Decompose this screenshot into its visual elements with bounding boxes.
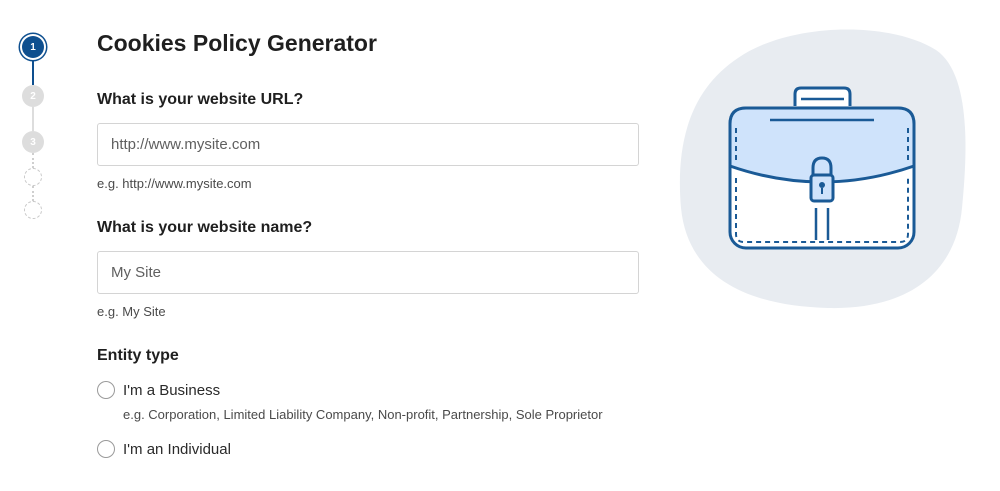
url-hint: e.g. http://www.mysite.com (97, 176, 252, 191)
business-option-hint: e.g. Corporation, Limited Liability Comp… (123, 407, 603, 422)
stepper-connector (32, 107, 34, 131)
progress-stepper: 1 2 3 (0, 0, 70, 491)
stepper-connector (32, 58, 34, 85)
business-radio[interactable] (97, 381, 115, 399)
step-3-indicator[interactable]: 3 (22, 131, 44, 153)
individual-option[interactable]: I'm an Individual (97, 440, 231, 458)
individual-option-label[interactable]: I'm an Individual (123, 441, 231, 458)
stepper-connector (32, 186, 34, 201)
name-question-label: What is your website name? (97, 219, 313, 236)
name-hint: e.g. My Site (97, 304, 166, 319)
url-question-label: What is your website URL? (97, 91, 304, 108)
website-url-input[interactable] (97, 123, 639, 166)
page-title: Cookies Policy Generator (97, 30, 377, 56)
stepper-connector (32, 153, 34, 168)
briefcase-illustration (678, 28, 966, 310)
briefcase-icon (679, 29, 966, 309)
step-5-indicator[interactable] (24, 201, 42, 219)
step-1-indicator[interactable]: 1 (22, 36, 44, 58)
step-2-indicator[interactable]: 2 (22, 85, 44, 107)
entity-type-label: Entity type (97, 347, 179, 364)
business-option-label[interactable]: I'm a Business (123, 382, 220, 399)
step-4-indicator[interactable] (24, 168, 42, 186)
business-option[interactable]: I'm a Business (97, 381, 220, 399)
individual-radio[interactable] (97, 440, 115, 458)
website-name-input[interactable] (97, 251, 639, 294)
